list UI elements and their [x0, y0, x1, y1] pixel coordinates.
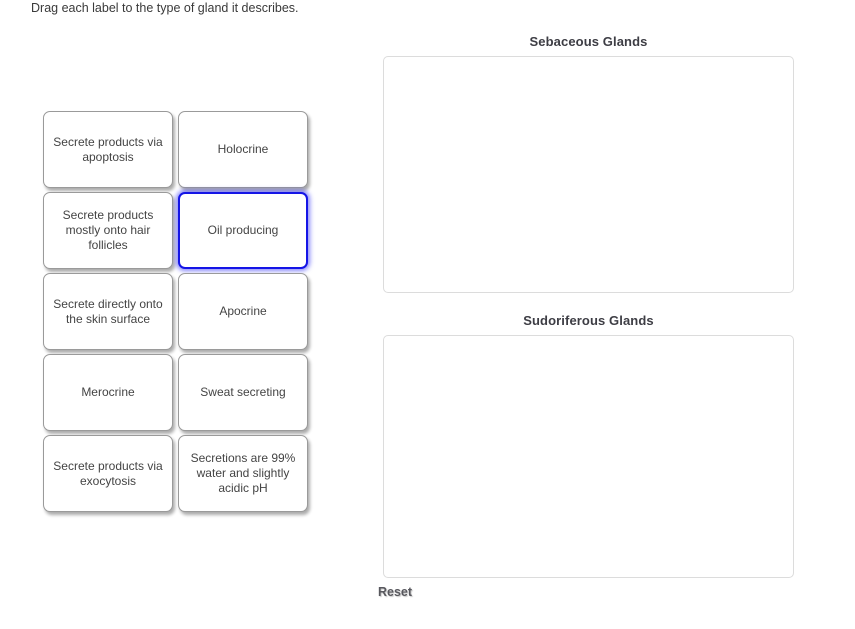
label-tile-text: Secretions are 99% water and slightly ac… — [190, 451, 296, 495]
label-tile-text: Secrete products mostly onto hair follic… — [62, 208, 154, 252]
label-tile[interactable]: Holocrine — [178, 111, 308, 188]
drop-zone-box-sudoriferous[interactable] — [383, 335, 794, 578]
label-tile-text: Apocrine — [219, 304, 267, 318]
label-tile[interactable]: Secretions are 99% water and slightly ac… — [178, 435, 308, 512]
label-tile[interactable]: Secrete directly onto the skin surface — [43, 273, 173, 350]
label-tile[interactable]: Secrete products via exocytosis — [43, 435, 173, 512]
label-tile-text: Holocrine — [217, 142, 269, 156]
drop-zone-sudoriferous[interactable]: Sudoriferous Glands — [383, 313, 794, 578]
zone-spacer — [383, 293, 794, 313]
reset-button[interactable]: Reset — [378, 585, 412, 599]
drop-zone-container: Sebaceous Glands Sudoriferous Glands — [383, 34, 794, 578]
label-tile[interactable]: Oil producing — [178, 192, 308, 269]
label-tile-text: Secrete products via exocytosis — [53, 458, 163, 488]
drop-zone-title-sudoriferous: Sudoriferous Glands — [523, 313, 654, 328]
label-tile[interactable]: Secrete products mostly onto hair follic… — [43, 192, 173, 269]
drop-zone-sebaceous[interactable]: Sebaceous Glands — [383, 34, 794, 293]
label-tile[interactable]: Apocrine — [178, 273, 308, 350]
label-tile-text: Secrete directly onto the skin surface — [53, 296, 163, 326]
drop-zone-box-sebaceous[interactable] — [383, 56, 794, 293]
label-tile-text: Secrete products via apoptosis — [53, 134, 163, 164]
label-tile-text: Oil producing — [207, 223, 279, 237]
label-tile[interactable]: Sweat secreting — [178, 354, 308, 431]
label-tile[interactable]: Secrete products via apoptosis — [43, 111, 173, 188]
label-tile-text: Sweat secreting — [200, 385, 286, 399]
label-tile[interactable]: Merocrine — [43, 354, 173, 431]
label-tile-bank: Secrete products via apoptosis Holocrine S… — [43, 111, 309, 512]
label-tile-text: Merocrine — [81, 385, 135, 399]
instruction-text: Drag each label to the type of gland it … — [31, 1, 299, 15]
drop-zone-title-sebaceous: Sebaceous Glands — [529, 34, 648, 49]
